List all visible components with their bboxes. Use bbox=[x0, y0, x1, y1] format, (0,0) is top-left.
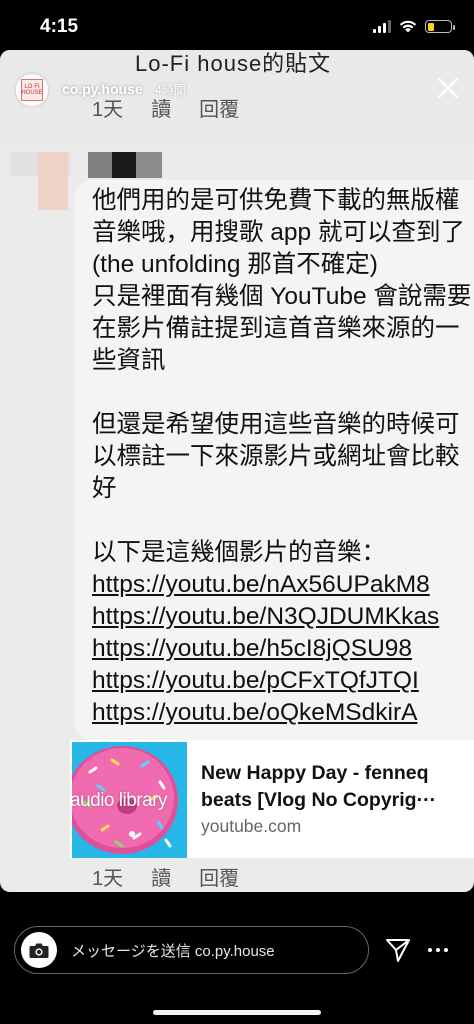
camera-icon bbox=[29, 943, 49, 958]
home-indicator bbox=[153, 1010, 321, 1015]
more-options-icon[interactable] bbox=[428, 945, 450, 955]
url-link[interactable]: https://youtu.be/oQkeMSdkirA bbox=[92, 697, 474, 729]
wifi-icon bbox=[399, 20, 417, 33]
url-link[interactable]: https://youtu.be/nAx56UPakM8 bbox=[92, 569, 474, 601]
avatar[interactable]: LO·FI HOUSE bbox=[14, 72, 50, 108]
video-thumbnail: audio library bbox=[72, 742, 187, 858]
comment-meta-bottom: 1天 讀 回覆 bbox=[92, 862, 239, 891]
cellular-signal-icon bbox=[373, 20, 391, 33]
url-link[interactable]: https://youtu.be/h5cI8jQSU98 bbox=[92, 633, 474, 665]
link-preview[interactable]: audio library New Happy Day - fenneq bea… bbox=[70, 740, 474, 858]
story-username[interactable]: co.py.house bbox=[62, 81, 143, 97]
status-bar: 4:15 bbox=[0, 0, 474, 50]
status-time: 4:15 bbox=[40, 16, 79, 37]
urls-intro: 以下是這幾個影片的音樂： bbox=[92, 539, 386, 566]
avatar-logo: LO·FI HOUSE bbox=[21, 79, 43, 101]
story-header: LO·FI HOUSE co.py.house 4時間 bbox=[14, 72, 186, 108]
close-icon[interactable] bbox=[436, 76, 460, 100]
comment-read-label: 讀 bbox=[151, 868, 172, 890]
url-link[interactable]: https://youtu.be/N3QJDUMKkas bbox=[92, 601, 474, 633]
comment-reply-label: 回覆 bbox=[199, 99, 240, 121]
comment-reply-label: 回覆 bbox=[199, 868, 240, 890]
send-icon[interactable] bbox=[384, 936, 412, 964]
link-preview-title: New Happy Day - fenneq beats [Vlog No Co… bbox=[201, 762, 437, 811]
story-time: 4時間 bbox=[155, 83, 186, 97]
thumbnail-label: audio library bbox=[72, 790, 168, 811]
message-input[interactable]: メッセージを送信 co.py.house bbox=[14, 926, 369, 974]
camera-button[interactable] bbox=[21, 932, 57, 968]
link-preview-host: youtube.com bbox=[201, 816, 302, 836]
status-icons bbox=[373, 20, 455, 33]
comment-text: 他們用的是可供免費下載的無版權 音樂哦，用搜歌 app 就可以查到了 (the … bbox=[92, 185, 474, 729]
comment-age: 1天 bbox=[92, 868, 124, 890]
battery-icon bbox=[425, 20, 455, 33]
url-link[interactable]: https://youtu.be/pCFxTQfJTQI bbox=[92, 665, 474, 697]
message-placeholder: メッセージを送信 co.py.house bbox=[71, 942, 275, 960]
